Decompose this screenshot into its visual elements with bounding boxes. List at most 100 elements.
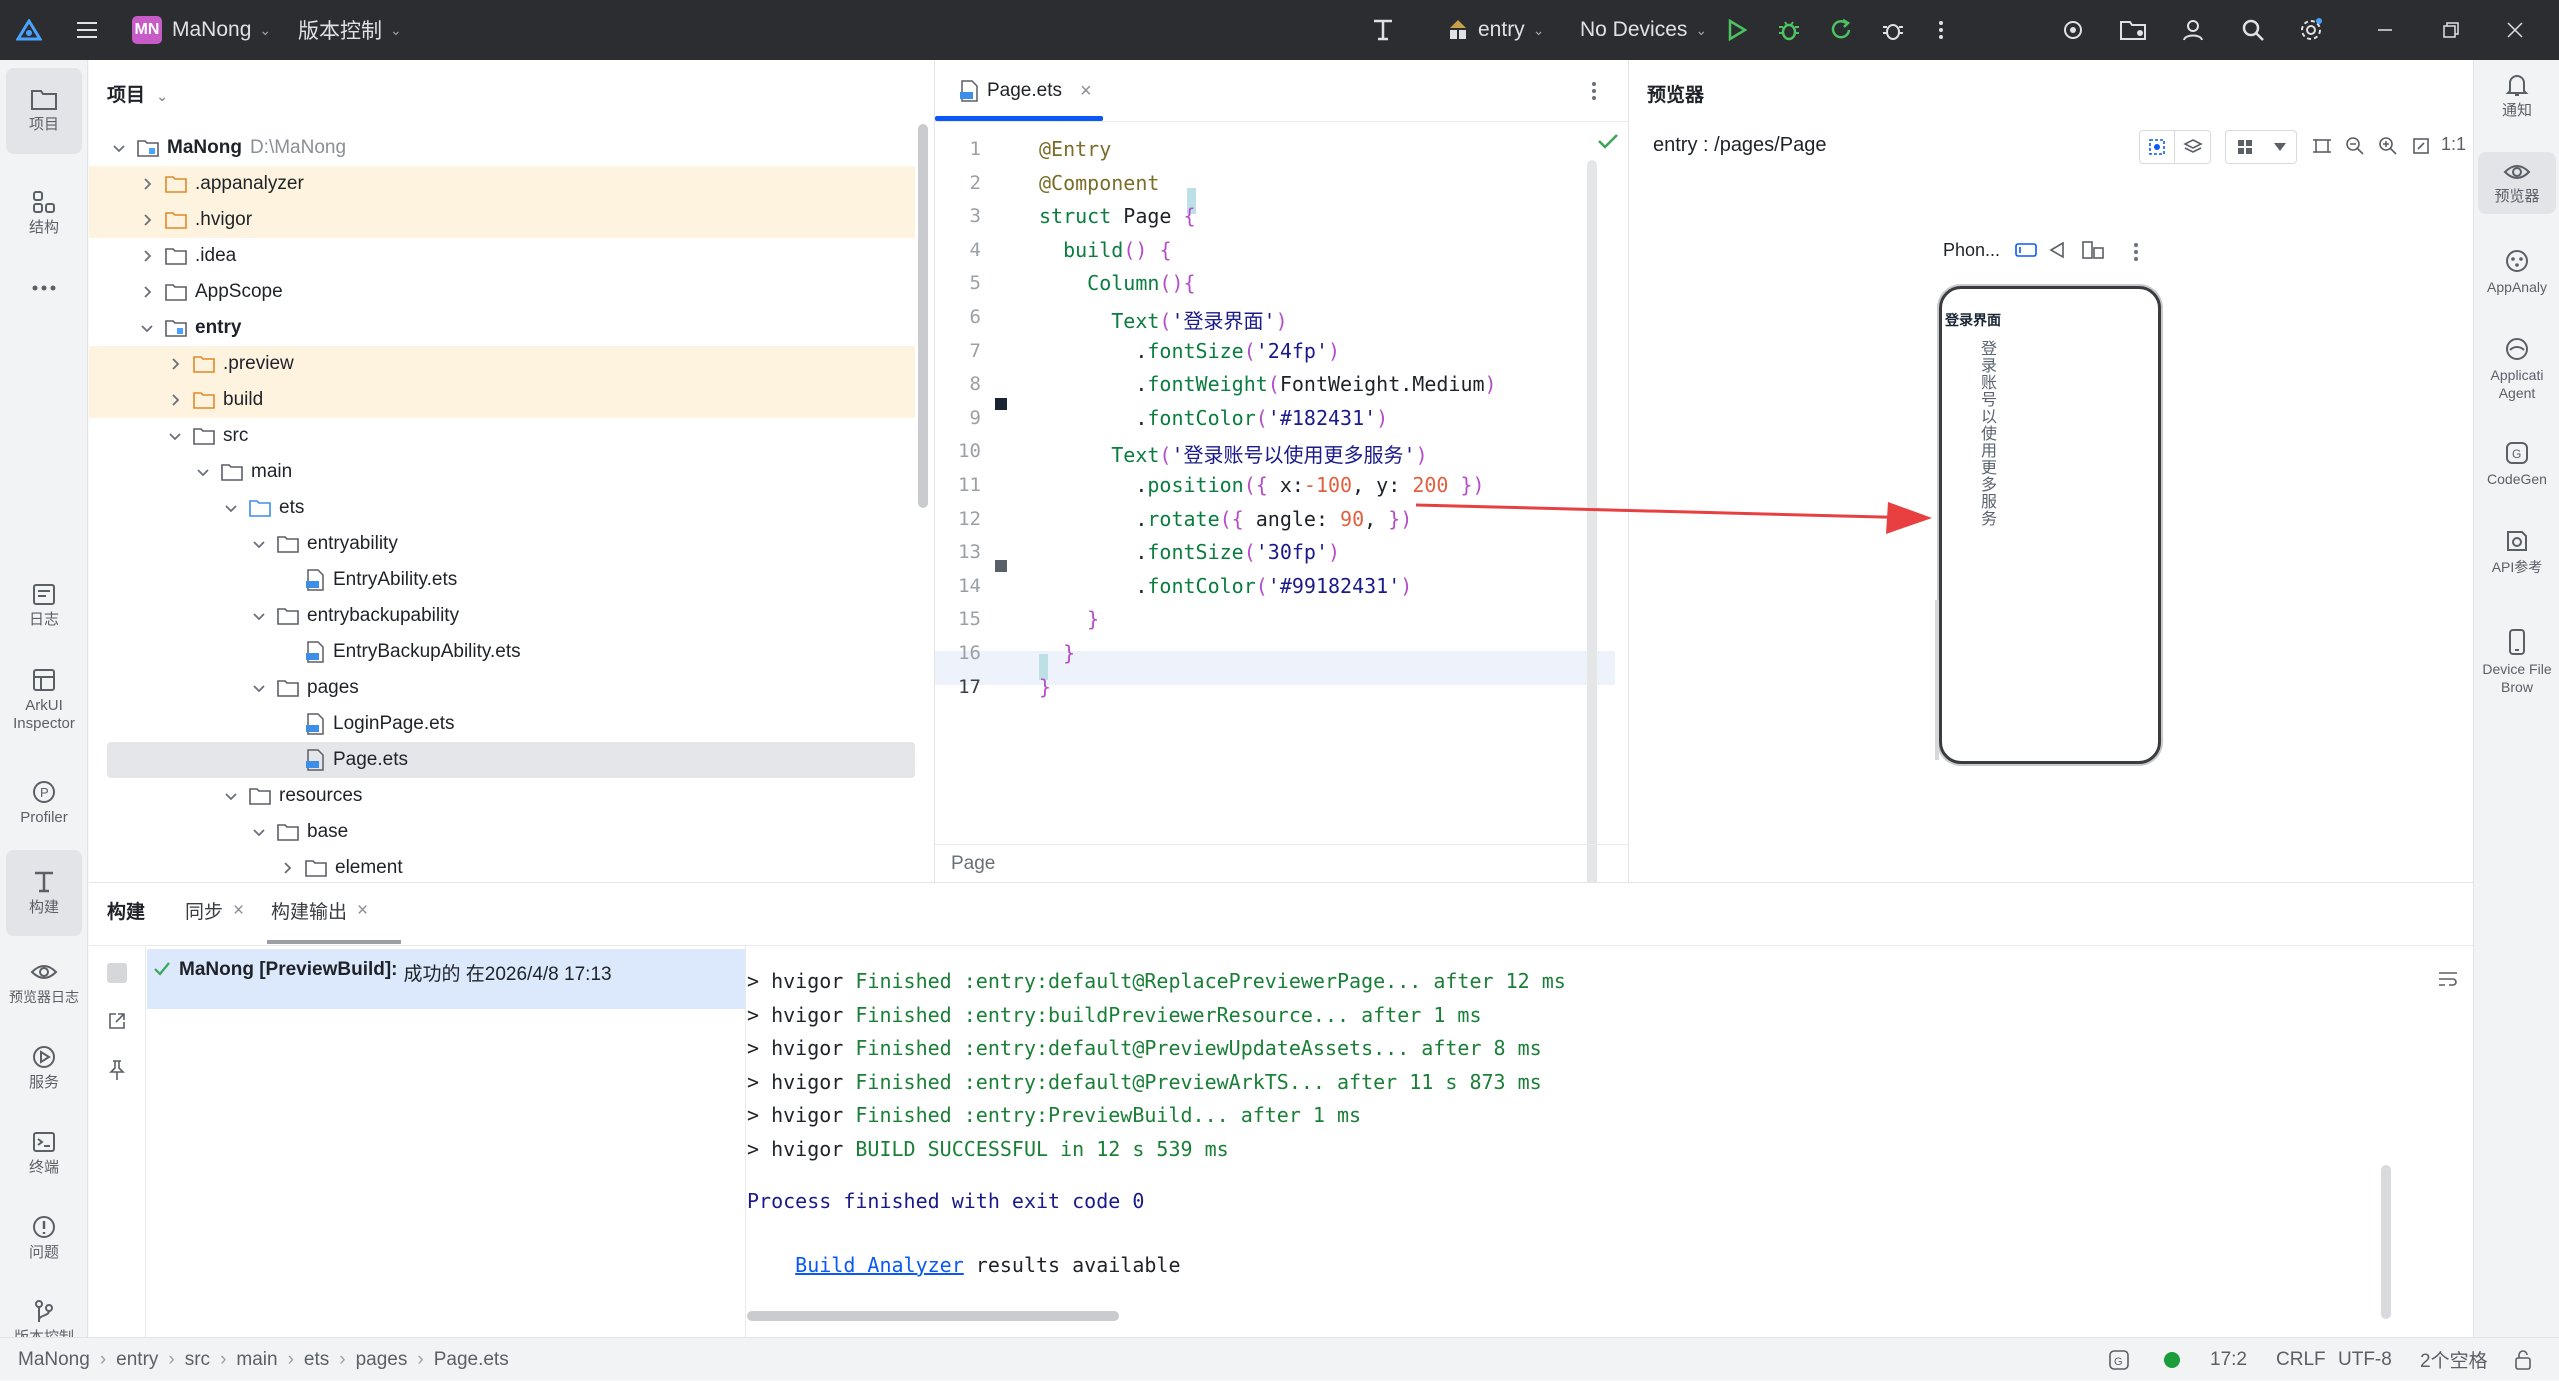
tool-codegenie[interactable]: G CodeGen [2478, 432, 2556, 496]
code-line[interactable]: } [1039, 675, 1051, 699]
tree-item[interactable]: .preview [89, 346, 915, 382]
inspect-icon[interactable] [2140, 131, 2176, 163]
code-line[interactable]: @Component [1039, 171, 1159, 195]
multi-device-toggle[interactable] [2225, 130, 2297, 164]
fit-window-icon[interactable] [2411, 136, 2431, 161]
attach-debugger-icon[interactable] [1878, 15, 1908, 45]
restore-icon[interactable] [2436, 15, 2466, 45]
project-structure-icon[interactable] [2118, 15, 2148, 45]
device-select[interactable]: No Devices ⌄ [1580, 0, 1707, 60]
tree-root[interactable]: MaNong D:\MaNong [89, 130, 915, 166]
tool-arkui-inspector[interactable]: ArkUI Inspector [6, 650, 82, 750]
tab-sync[interactable]: 同步 × [185, 897, 244, 924]
tool-api-reference[interactable]: API参考 [2478, 520, 2556, 584]
tree-item-selected[interactable]: Page.ets [107, 742, 915, 778]
code-line[interactable]: .fontWeight(FontWeight.Medium) [1039, 372, 1496, 396]
tool-appanalyzer[interactable]: AppAnaly [2478, 240, 2556, 304]
main-menu-icon[interactable] [72, 15, 102, 45]
zoom-in-icon[interactable] [2378, 136, 2398, 161]
tree-item[interactable]: entryability [89, 526, 915, 562]
tree-item[interactable]: resources [89, 778, 915, 814]
build-task-row[interactable]: MaNong [PreviewBuild]: 成功的 在2026/4/8 17:… [147, 949, 745, 1009]
tool-structure[interactable]: 结构 [6, 170, 82, 256]
device-manager-icon[interactable] [2058, 15, 2088, 45]
project-switcher[interactable]: MN MaNong ⌄ [132, 0, 271, 60]
more-actions-icon[interactable] [1926, 15, 1956, 45]
color-swatch-icon[interactable] [995, 398, 1007, 410]
log-h-scrollbar[interactable] [747, 1311, 1119, 1321]
tool-build[interactable]: 构建 [6, 850, 82, 936]
tab-close-icon[interactable]: × [1080, 80, 1092, 103]
tree-scrollbar[interactable] [918, 124, 928, 508]
code-line[interactable]: Text('登录账号以使用更多服务') [1039, 439, 1427, 468]
tool-application-agent[interactable]: Applicati Agent [2478, 328, 2556, 410]
search-icon[interactable] [2238, 15, 2268, 45]
tree-item[interactable]: .hvigor [89, 202, 915, 238]
minimize-icon[interactable] [2370, 15, 2400, 45]
close-icon[interactable] [2500, 15, 2530, 45]
tool-terminal[interactable]: 终端 [6, 1110, 82, 1196]
tab-build[interactable]: 构建 [107, 897, 145, 924]
tree-item[interactable]: main [89, 454, 915, 490]
code-line[interactable]: .fontSize('24fp') [1039, 339, 1340, 363]
tree-item[interactable]: .appanalyzer [89, 166, 915, 202]
rotate-device-icon[interactable] [2014, 240, 2038, 265]
tool-previewer[interactable]: 预览器 [2478, 152, 2556, 214]
tab-close-icon[interactable]: × [357, 900, 368, 922]
tree-item[interactable]: ets [89, 490, 915, 526]
status-crumb[interactable]: entry [116, 1349, 158, 1371]
open-external-icon[interactable] [107, 1011, 127, 1036]
tool-services[interactable]: 服务 [6, 1025, 82, 1111]
account-icon[interactable] [2178, 15, 2208, 45]
zoom-actual-size[interactable]: 1:1 [2441, 134, 2466, 155]
zoom-out-icon[interactable] [2345, 136, 2365, 161]
tool-preview-log[interactable]: 预览器日志 [6, 940, 82, 1026]
code-line[interactable]: Column(){ [1039, 271, 1195, 295]
more-tools-icon[interactable] [6, 260, 82, 320]
tree-item[interactable]: EntryBackupAbility.ets [89, 634, 915, 670]
text-tool-icon[interactable] [1368, 15, 1398, 45]
settings-gear-icon[interactable] [2296, 15, 2326, 45]
tool-log[interactable]: 日志 [6, 562, 82, 648]
back-icon[interactable] [2047, 240, 2067, 265]
inspection-ok-icon[interactable] [1597, 132, 1619, 155]
tool-project[interactable]: 项目 [6, 68, 82, 154]
tree-item[interactable]: .idea [89, 238, 915, 274]
code-line[interactable]: Text('登录界面') [1039, 305, 1287, 334]
build-analyzer-link[interactable]: Build Analyzer [795, 1253, 964, 1277]
code-line[interactable]: } [1039, 641, 1075, 665]
status-crumb[interactable]: Page.ets [434, 1349, 509, 1371]
status-crumb[interactable]: src [185, 1349, 210, 1371]
status-crumb[interactable]: ets [304, 1349, 329, 1371]
file-encoding[interactable]: UTF-8 [2338, 1338, 2392, 1381]
code-line[interactable]: struct Page { [1039, 204, 1196, 228]
device-more-icon[interactable] [2133, 242, 2139, 267]
code-line[interactable]: } [1039, 607, 1099, 631]
tab-close-icon[interactable]: × [233, 900, 244, 922]
soft-wrap-icon[interactable] [2437, 969, 2459, 994]
tab-page-ets[interactable]: Page.ets × [945, 60, 1106, 122]
tree-item[interactable]: src [89, 418, 915, 454]
tree-item[interactable]: base [89, 814, 915, 850]
codegenie-status-icon[interactable]: G [2108, 1338, 2130, 1381]
log-v-scrollbar[interactable] [2381, 1165, 2391, 1319]
indent-setting[interactable]: 2个空格 [2420, 1338, 2488, 1381]
pin-icon[interactable] [107, 1059, 127, 1086]
code-line[interactable]: .fontSize('30fp') [1039, 540, 1340, 564]
fold-device-icon[interactable] [2081, 240, 2105, 265]
tree-item[interactable]: element [89, 850, 915, 886]
stop-icon[interactable] [107, 963, 127, 983]
reload-icon[interactable] [1826, 15, 1856, 45]
code-line[interactable]: build() { [1039, 238, 1171, 262]
editor-breadcrumb[interactable]: Page [951, 853, 995, 875]
debug-icon[interactable] [1774, 15, 1804, 45]
run-icon[interactable] [1722, 15, 1752, 45]
tree-item[interactable]: entrybackupability [89, 598, 915, 634]
tree-item[interactable]: pages [89, 670, 915, 706]
status-crumb[interactable]: MaNong [18, 1349, 90, 1371]
code-line[interactable]: .fontColor('#99182431') [1039, 574, 1412, 598]
tool-notifications[interactable]: 通知 [2478, 64, 2556, 128]
cursor-position[interactable]: 17:2 [2210, 1338, 2247, 1381]
code-line[interactable]: .rotate({ angle: 90, }) [1039, 507, 1412, 531]
color-swatch-icon[interactable] [995, 560, 1007, 572]
